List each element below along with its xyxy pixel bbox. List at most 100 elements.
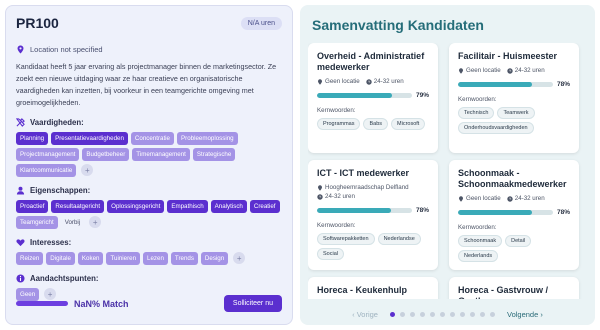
keyword-tag: Onderhoudsvaardigheden [458, 122, 534, 134]
pager-dot[interactable] [469, 312, 475, 317]
progress-fill [317, 93, 393, 98]
job-hours: 24-32 uren [366, 77, 404, 86]
job-card[interactable]: Horeca - KeukenhulpGeen locatie24-32 ure… [308, 277, 438, 299]
keyword-tags: Softwarepakketten Nederlandse Social [317, 233, 429, 260]
attention-section-title: Aandachtspunten: [16, 274, 282, 283]
apply-button[interactable]: Solliciteer nu [223, 295, 282, 312]
tag: Presentatievaardigheden [51, 132, 128, 145]
tag: Empathisch [167, 200, 208, 213]
candidate-card: PR100 N/A uren Location not specified Ka… [5, 5, 293, 325]
pager-dot[interactable] [409, 312, 415, 317]
traits-tags: Proactief Resultaatgericht Oplossingsgeric… [16, 200, 282, 229]
job-title: Schoonmaak - Schoonmaakmedewerker [458, 168, 567, 189]
match-percentage: 78% [556, 81, 570, 88]
keyword-tag: Social [317, 248, 344, 260]
keyword-tag: Schoonmaak [458, 235, 503, 247]
job-location-text: Geen locatie [466, 67, 501, 74]
next-label: Volgende [506, 310, 539, 319]
job-title: Horeca - Gastvrouw / Gastheer [458, 285, 549, 299]
job-meta: Geen locatie 24-32 uren [317, 77, 429, 86]
pager-dot[interactable] [429, 312, 435, 317]
tag: Digitale [46, 252, 75, 265]
interests-section-title: Interesses: [16, 238, 282, 247]
keywords-label: Kernwoorden: [317, 222, 356, 229]
keyword-tag: Teamwerk [497, 107, 535, 119]
job-card[interactable]: Overheid - Administratief medewerker Geen… [308, 43, 438, 153]
location-pin-icon [459, 195, 463, 202]
clock-icon [317, 193, 323, 200]
skills-section-title: Vaardigheden: [16, 118, 282, 127]
progress-track [317, 93, 412, 98]
keyword-tag: Softwarepakketten [317, 233, 375, 245]
job-hours-text: 24-32 uren [325, 193, 355, 200]
pager-dot[interactable] [489, 312, 495, 317]
match-progress: 78% [317, 207, 429, 214]
pager-dot[interactable] [389, 312, 395, 317]
progress-fill [317, 208, 392, 213]
job-meta: Geen locatie 24-32 uren [458, 194, 570, 203]
traits-title: Eigenschappen: [30, 186, 91, 195]
keyword-tags: Programmas Babs Microsoft [317, 118, 429, 130]
add-tag-button[interactable]: + [89, 216, 102, 228]
keyword-tag: Microsoft [391, 118, 426, 130]
tag: Analytisch [210, 200, 247, 213]
job-hours: 24-32 uren [507, 194, 545, 203]
job-card[interactable]: ICT - ICT medewerker Hoogheemraadschap De… [308, 160, 438, 270]
tag: Oplossingsgericht [107, 200, 165, 213]
location-pin-icon [318, 78, 322, 85]
previous-button[interactable]: ‹ Vorige [352, 310, 378, 319]
pager-dot[interactable] [459, 312, 465, 317]
tag: Teamgericht [16, 216, 58, 229]
tag: Timemanagement [132, 148, 190, 161]
job-hours-text: 24-32 uren [373, 78, 404, 85]
job-card[interactable]: Schoonmaak - Schoonmaakmedewerker Geen lo… [449, 160, 579, 270]
interests-tags: Reizen Digitale Koken Tuinieren Lezen Trends D… [16, 252, 282, 265]
add-tag-button[interactable]: + [233, 252, 246, 264]
job-card[interactable]: Horeca - Gastvrouw / Gastheer [449, 277, 579, 299]
add-tag-button[interactable]: + [81, 164, 94, 176]
match-text: NaN% Match [74, 298, 129, 309]
progress-fill [458, 82, 533, 87]
job-card[interactable]: Facilitair - Huismeester Geen locatie 24-3… [449, 43, 579, 153]
match-percentage: 79% [415, 92, 429, 99]
clock-icon [507, 195, 513, 202]
pager-dot[interactable] [449, 312, 455, 317]
match-bar [16, 301, 68, 306]
pager-dot[interactable] [479, 312, 485, 317]
pager-dot[interactable] [419, 312, 425, 317]
candidate-footer: NaN% Match Solliciteer nu [16, 295, 282, 312]
keyword-tag: Detail [505, 235, 532, 247]
tag: Projectmanagement [16, 148, 80, 161]
skills-tags: Planning Presentatievaardigheden Concentra… [16, 132, 282, 177]
job-location-text: Geen locatie [466, 195, 501, 202]
location-pin-icon [318, 184, 322, 191]
keyword-tag: Babs [363, 118, 389, 130]
tools-icon [16, 118, 25, 127]
match-percentage: 78% [556, 209, 570, 216]
pager-dot[interactable] [439, 312, 445, 317]
keyword-tags: Technisch Teamwerk Onderhoudsvaardigheden [458, 107, 570, 134]
user-icon [16, 186, 25, 195]
candidate-description: Kandidaat heeft 5 jaar ervaring als proj… [16, 62, 277, 107]
job-title: Horeca - Keukenhulp [317, 285, 408, 295]
progress-track [458, 210, 553, 215]
tag: Resultaatgericht [51, 200, 105, 213]
keywords-label: Kernwoorden: [317, 107, 356, 114]
info-icon [16, 274, 25, 283]
interests-title: Interesses: [30, 238, 72, 247]
tag: Koken [77, 252, 104, 265]
candidate-code: PR100 [16, 15, 59, 31]
tag: Budgetbeheer [82, 148, 130, 161]
tag: Klantcommunicatie [16, 164, 77, 177]
next-button[interactable]: Volgende › [507, 310, 543, 319]
location-text: Location not specified [30, 45, 103, 54]
tag: Proactief [16, 200, 49, 213]
progress-fill [458, 210, 533, 215]
job-location-text: Geen locatie [325, 78, 360, 85]
job-location: Geen locatie [458, 194, 501, 203]
pager-dots [389, 312, 495, 317]
job-hours: 24-32 uren [317, 192, 355, 201]
tag: Creatief [249, 200, 280, 213]
pager-dot[interactable] [399, 312, 405, 317]
job-hours-text: 24-32 uren [514, 195, 545, 202]
